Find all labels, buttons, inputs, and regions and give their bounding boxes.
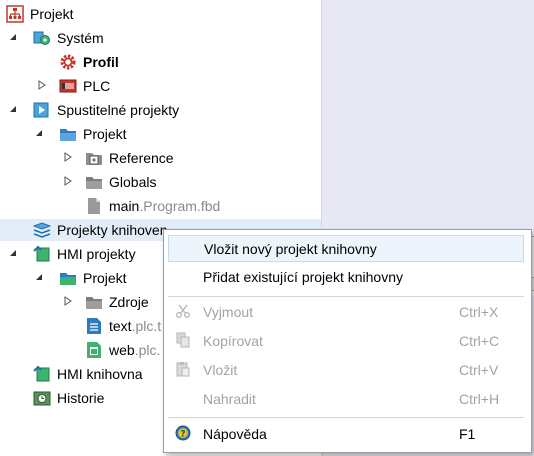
tree-node-label: Zdroje — [109, 294, 149, 310]
tree-node-label: Reference — [109, 150, 174, 166]
tree-node-label: Projekt — [30, 6, 74, 22]
web-file-icon — [85, 341, 103, 359]
tree-node-label: Globals — [109, 174, 157, 190]
copy-icon — [175, 332, 191, 348]
expand-arrow-icon[interactable] — [63, 296, 73, 306]
tree-node-label: Projekt — [83, 126, 127, 142]
collapse-arrow-icon[interactable] — [8, 32, 18, 42]
tree-node-label: Projekt — [83, 270, 127, 286]
tree-node-hmi-projects[interactable]: HMI projekty — [33, 243, 136, 265]
menu-item-copy[interactable]: Kopírovat Ctrl+C — [168, 327, 524, 354]
expand-arrow-icon[interactable] — [63, 152, 73, 162]
tree-node-label: Spustitelné projekty — [57, 102, 180, 118]
menu-item-shortcut: Ctrl+V — [459, 361, 499, 378]
tree-node-label: Projekty knihoven — [57, 222, 168, 238]
tree-node-reference[interactable]: Reference — [85, 147, 174, 169]
menu-item-shortcut: F1 — [459, 425, 476, 442]
tree-node-web-file[interactable]: web .plc. — [85, 339, 160, 361]
menu-item-label: Vložit — [203, 361, 238, 378]
collapse-arrow-icon[interactable] — [34, 128, 44, 138]
collapse-arrow-icon[interactable] — [8, 248, 18, 258]
folder-project-icon — [59, 125, 77, 143]
menu-item-shortcut: Ctrl+X — [459, 303, 499, 320]
tree-node-main-program[interactable]: main .Program.fbd — [85, 195, 220, 217]
tree-node-label: HMI knihovna — [57, 366, 143, 382]
tree-node-history[interactable]: Historie — [33, 387, 104, 409]
menu-item-label: Přidat existující projekt knihovny — [203, 268, 403, 285]
tree-node-profil[interactable]: Profil — [59, 51, 119, 73]
menu-item-replace[interactable]: Nahradit Ctrl+H — [168, 385, 524, 412]
file-icon — [85, 197, 103, 215]
plc-icon — [59, 77, 77, 95]
system-icon — [33, 29, 51, 47]
collapse-arrow-icon[interactable] — [8, 104, 18, 114]
folder-icon — [85, 173, 103, 191]
tree-node-hmi-project[interactable]: Projekt — [59, 267, 127, 289]
menu-item-shortcut: Ctrl+H — [459, 390, 500, 407]
text-file-icon — [85, 317, 103, 335]
tree-node-label: HMI projekty — [57, 246, 136, 262]
menu-separator — [168, 417, 524, 418]
menu-item-shortcut: Ctrl+C — [459, 332, 500, 349]
menu-item-add-existing-library-project[interactable]: Přidat existující projekt knihovny — [168, 263, 524, 290]
file-extension: .Program.fbd — [139, 198, 221, 214]
executable-projects-icon — [33, 101, 51, 119]
tree-node-label: Profil — [83, 54, 119, 70]
file-extension: .plc. — [134, 342, 161, 358]
history-icon — [33, 389, 51, 407]
scissors-icon — [175, 303, 191, 319]
expand-arrow-icon[interactable] — [63, 176, 73, 186]
menu-item-cut[interactable]: Vyjmout Ctrl+X — [168, 298, 524, 325]
menu-item-label: Vložit nový projekt knihovny — [204, 240, 377, 257]
menu-item-help[interactable]: ? Nápověda F1 — [168, 420, 524, 447]
folder-hmi-project-icon — [59, 269, 77, 287]
gear-icon — [59, 53, 77, 71]
folder-icon — [85, 293, 103, 311]
menu-item-label: Nápověda — [203, 425, 267, 442]
menu-item-label: Vyjmout — [203, 303, 254, 320]
menu-item-label: Kopírovat — [203, 332, 263, 349]
help-icon: ? — [175, 425, 191, 441]
menu-separator — [168, 296, 524, 297]
expand-arrow-icon[interactable] — [37, 80, 47, 90]
project-root-icon — [6, 5, 24, 23]
tree-node-label: main — [109, 198, 140, 214]
tree-node-label: PLC — [83, 78, 111, 94]
tree-node-label: Systém — [57, 30, 104, 46]
paste-icon — [175, 361, 191, 377]
collapse-arrow-icon[interactable] — [34, 272, 44, 282]
tree-node-system[interactable]: Systém — [33, 27, 104, 49]
library-stack-icon — [33, 221, 51, 239]
tree-node-hmi-library[interactable]: HMI knihovna — [33, 363, 143, 385]
tree-node-plc[interactable]: PLC — [59, 75, 110, 97]
context-menu: Vložit nový projekt knihovny Přidat exis… — [163, 229, 532, 453]
tree-node-sources[interactable]: Zdroje — [85, 291, 149, 313]
svg-text:?: ? — [180, 430, 185, 440]
tree-node-root-project[interactable]: Projekt — [6, 3, 74, 25]
hmi-projects-icon — [33, 245, 51, 263]
tree-node-label: text — [109, 318, 132, 334]
menu-item-paste[interactable]: Vložit Ctrl+V — [168, 356, 524, 383]
reference-icon — [85, 149, 103, 167]
menu-item-insert-new-library-project[interactable]: Vložit nový projekt knihovny — [168, 235, 524, 262]
tree-node-text-file[interactable]: text .plc.t — [85, 315, 161, 337]
tree-node-project[interactable]: Projekt — [59, 123, 127, 145]
hmi-library-icon — [33, 365, 51, 383]
menu-item-label: Nahradit — [203, 390, 256, 407]
tree-node-label: web — [109, 342, 135, 358]
tree-node-globals[interactable]: Globals — [85, 171, 156, 193]
tree-node-executable-projects[interactable]: Spustitelné projekty — [33, 99, 179, 121]
file-extension: .plc.t — [131, 318, 162, 334]
tree-node-label: Historie — [57, 390, 105, 406]
